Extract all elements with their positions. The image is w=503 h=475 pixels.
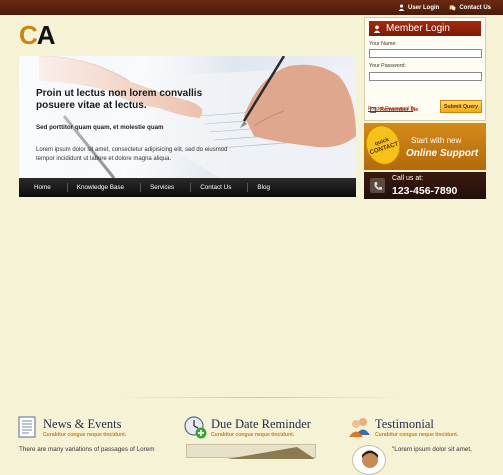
hero-body: Lorem ipsum dolor sit amet, consectetur … <box>36 147 228 162</box>
testimonial-quote: "Lorem ipsum dolor sit amet, <box>392 446 472 453</box>
member-login-header: Member Login <box>369 21 481 36</box>
feature-title: Testimonial <box>375 417 434 431</box>
hero-title: Proin ut lectus non lorem convallis posu… <box>36 88 203 111</box>
member-login-title: Member Login <box>386 23 450 34</box>
submit-button[interactable]: Submit Query <box>440 100 482 113</box>
forgot-password-link[interactable]: Forgot Password ? <box>368 106 413 112</box>
user-login-link[interactable]: User Login <box>398 4 439 11</box>
nav-services[interactable]: Services <box>141 183 192 192</box>
phone-icon <box>370 178 385 193</box>
phone-number: 123-456-7890 <box>392 185 458 197</box>
user-icon <box>373 25 381 33</box>
password-input[interactable] <box>369 72 482 81</box>
feature-title: Due Date Reminder <box>211 417 311 431</box>
feature-image <box>227 447 315 459</box>
feature-title: News & Events <box>43 417 122 431</box>
hero-subtitle: Sed porttitor quam quam, et molestie qua… <box>36 124 164 131</box>
username-label: Your Name: <box>369 41 397 47</box>
feature-body: There are many variations of passages of… <box>19 446 155 453</box>
nav-contact-us[interactable]: Contact Us <box>191 183 249 192</box>
password-label: Your Password: <box>369 63 406 69</box>
nav-home[interactable]: Home <box>25 183 68 192</box>
logo-letter-a: A <box>36 20 56 50</box>
users-icon <box>349 418 370 437</box>
nav-blog[interactable]: Blog <box>248 183 286 192</box>
site-logo[interactable]: CA <box>19 20 56 50</box>
nav-knowledge-base[interactable]: Knowledge Base <box>68 183 142 192</box>
feature-subtitle: Curabitur congue neque tincidunt. <box>211 432 295 438</box>
quick-contact-line-2: Online Support <box>406 148 479 159</box>
call-us-box: Call us at: 123-456-7890 <box>364 172 486 199</box>
feature-subtitle: Curabitur congue neque tincidunt. <box>43 432 127 438</box>
user-login-label: User Login <box>407 4 440 11</box>
main-nav: Home Knowledge Base Services Contact Us … <box>19 178 356 197</box>
section-divider <box>115 397 405 398</box>
username-input[interactable] <box>369 49 482 58</box>
quick-contact-line-1: Start with new <box>411 136 462 145</box>
contact-us-label: Contact Us <box>459 4 491 11</box>
logo-letter-c: C <box>19 20 38 50</box>
contact-icon <box>450 5 456 11</box>
call-us-label: Call us at: <box>392 175 424 182</box>
top-bar: User Login Contact Us <box>0 0 503 15</box>
quick-contact-banner[interactable]: quick CONTACT Start with new Online Supp… <box>360 120 486 170</box>
quick-contact-badge: quick CONTACT <box>360 120 406 170</box>
contact-us-link[interactable]: Contact Us <box>449 4 491 11</box>
feature-image-frame <box>186 444 316 459</box>
user-icon <box>398 4 405 11</box>
hero-banner: Proin ut lectus non lorem convallis posu… <box>19 56 356 178</box>
feature-subtitle: Curabitur congue neque tincidunt. <box>375 432 459 438</box>
clock-add-icon <box>184 416 207 439</box>
testimonial-avatar <box>352 445 386 475</box>
newspaper-icon <box>18 416 36 438</box>
